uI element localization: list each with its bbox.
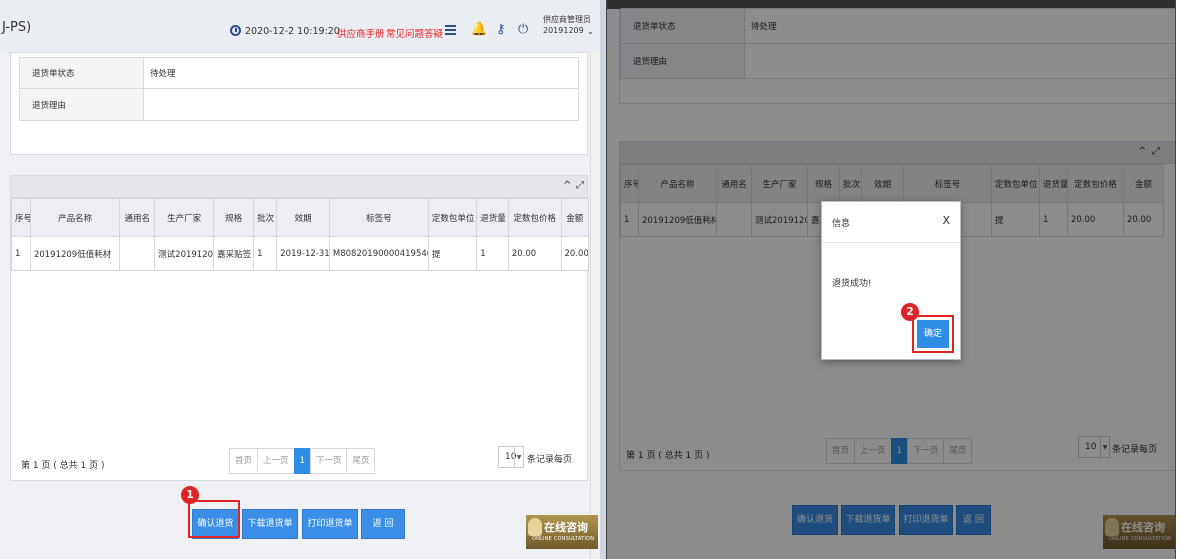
reason-value: [144, 89, 150, 120]
table-cell: [119, 236, 156, 271]
table-cell: 2019-12-31: [276, 236, 330, 271]
status-label: 退货单状态: [20, 58, 144, 88]
table-cell: 20.00: [560, 236, 590, 271]
column-header[interactable]: 规格: [213, 198, 255, 237]
supplier-manual-link[interactable]: 供应商手册: [337, 26, 385, 40]
column-header[interactable]: 产品名称: [29, 198, 121, 237]
column-header[interactable]: 序号: [11, 198, 31, 237]
last-page-button[interactable]: 尾页: [346, 448, 376, 474]
key-icon[interactable]: ⚷: [496, 23, 506, 37]
column-header[interactable]: 金额: [560, 198, 590, 237]
pagination: 首页 上一页 1 下一页 尾页: [229, 448, 376, 474]
table-cell: 1: [476, 236, 509, 271]
table-cell: 20.00: [507, 236, 562, 271]
table-cell: 提: [427, 236, 478, 271]
left-screen: J-PS) 2020-12-2 10:19:20 供应商手册 常见问题答疑 🔔 …: [0, 0, 600, 559]
page-size-select[interactable]: 10 ▼: [498, 446, 524, 468]
user-menu[interactable]: 供应商管理员 2019​1209: [543, 14, 591, 36]
top-header: J-PS) 2020-12-2 10:19:20 供应商手册 常见问题答疑 🔔 …: [0, 0, 600, 52]
right-screen: 退货单状态 待处理 退货理由 ^ ⤢ 序号产品名称通用名生产厂家规格批次效期标签…: [606, 0, 1176, 559]
reason-label: 退货理由: [20, 89, 144, 120]
scrollbar[interactable]: [590, 52, 600, 559]
app-title: J-PS): [2, 20, 32, 35]
column-header[interactable]: 标签号: [328, 198, 429, 237]
clock-icon: [230, 25, 241, 36]
table-cell: 1: [11, 236, 31, 271]
step-1-highlight: [188, 500, 240, 538]
dialog-divider: [822, 242, 960, 243]
print-return-button[interactable]: 打印退货单: [302, 509, 358, 539]
dialog-message: 退货成功!: [832, 279, 872, 289]
step-2-badge: 2: [901, 303, 919, 321]
next-page-button[interactable]: 下一页: [309, 448, 348, 474]
consult-subtitle: ONLINE CONSULTATION: [532, 536, 595, 542]
faq-link[interactable]: 常见问题答疑: [386, 26, 443, 40]
dialog-title: 信息: [832, 219, 851, 229]
table-cell: 20191209低值耗材: [29, 236, 121, 271]
status-row: 退货单状态 待处理: [19, 57, 579, 89]
chevron-down-icon[interactable]: ⌄: [587, 27, 594, 36]
column-header[interactable]: 通用名: [119, 198, 156, 237]
download-return-button[interactable]: 下载退货单: [242, 509, 298, 539]
bell-icon[interactable]: 🔔: [471, 23, 487, 37]
expand-icon[interactable]: ⤢: [576, 180, 584, 191]
back-button[interactable]: 返 回: [361, 509, 405, 539]
table-cell: 嘉采贴签: [213, 236, 255, 271]
user-role: 供应商管理员: [543, 15, 591, 24]
prev-page-button[interactable]: 上一页: [257, 448, 295, 474]
pager-info: 第 1 页 ( 总共 1 页 ): [21, 461, 105, 471]
page-1-button[interactable]: 1: [293, 448, 311, 474]
column-header[interactable]: 批次: [253, 198, 278, 237]
step-1-badge: 1: [181, 486, 199, 504]
grid-icon[interactable]: [445, 25, 456, 35]
page-size-label: 条记录每页: [527, 455, 573, 465]
close-icon[interactable]: X: [942, 214, 950, 227]
current-datetime: 2020-12-2 10:19:20: [245, 26, 340, 37]
user-id: 2019​1209: [543, 26, 584, 35]
consult-title: 在线咨询: [544, 521, 588, 534]
return-info-card: 退货单状态 待处理 退货理由: [10, 52, 588, 155]
online-consult-badge[interactable]: 在线咨询 ONLINE CONSULTATION: [526, 515, 598, 549]
column-header[interactable]: 定数包单位: [427, 198, 478, 237]
step-2-highlight: [912, 315, 954, 353]
chevron-down-icon: ▼: [514, 447, 523, 467]
success-dialog: 信息 X 退货成功! 确定 2: [821, 201, 961, 360]
column-header[interactable]: 效期: [276, 198, 330, 237]
table-row[interactable]: 1 20191209低值耗材 测试20191209 嘉采贴签 1 2019-12-31 M8…: [11, 236, 590, 271]
product-grid-card: ^ ⤢ 序号 产品名称 通用名 生产厂家 规格 批次 效期 标签号 定数包单位 退货量 定数包价格金…: [10, 175, 590, 481]
reason-row: 退货理由: [19, 88, 579, 121]
column-header[interactable]: 定数包价格: [507, 198, 562, 237]
grid-toolbar: ^ ⤢: [11, 176, 587, 198]
status-value: 待处理: [150, 69, 176, 79]
collapse-icon[interactable]: ^: [563, 180, 571, 191]
table-cell: 测试20191209: [154, 236, 215, 271]
table-cell: M80820190000419546: [328, 236, 429, 271]
product-table: 序号 产品名称 通用名 生产厂家 规格 批次 效期 标签号 定数包单位 退货量 定数包价格 金额 12…: [11, 198, 590, 271]
column-header[interactable]: 退货量: [476, 198, 509, 237]
column-header[interactable]: 生产厂家: [154, 198, 215, 237]
logout-icon[interactable]: ⏻: [518, 23, 528, 37]
first-page-button[interactable]: 首页: [229, 448, 259, 474]
consultant-icon: [528, 518, 542, 536]
table-cell: 1: [253, 236, 278, 271]
